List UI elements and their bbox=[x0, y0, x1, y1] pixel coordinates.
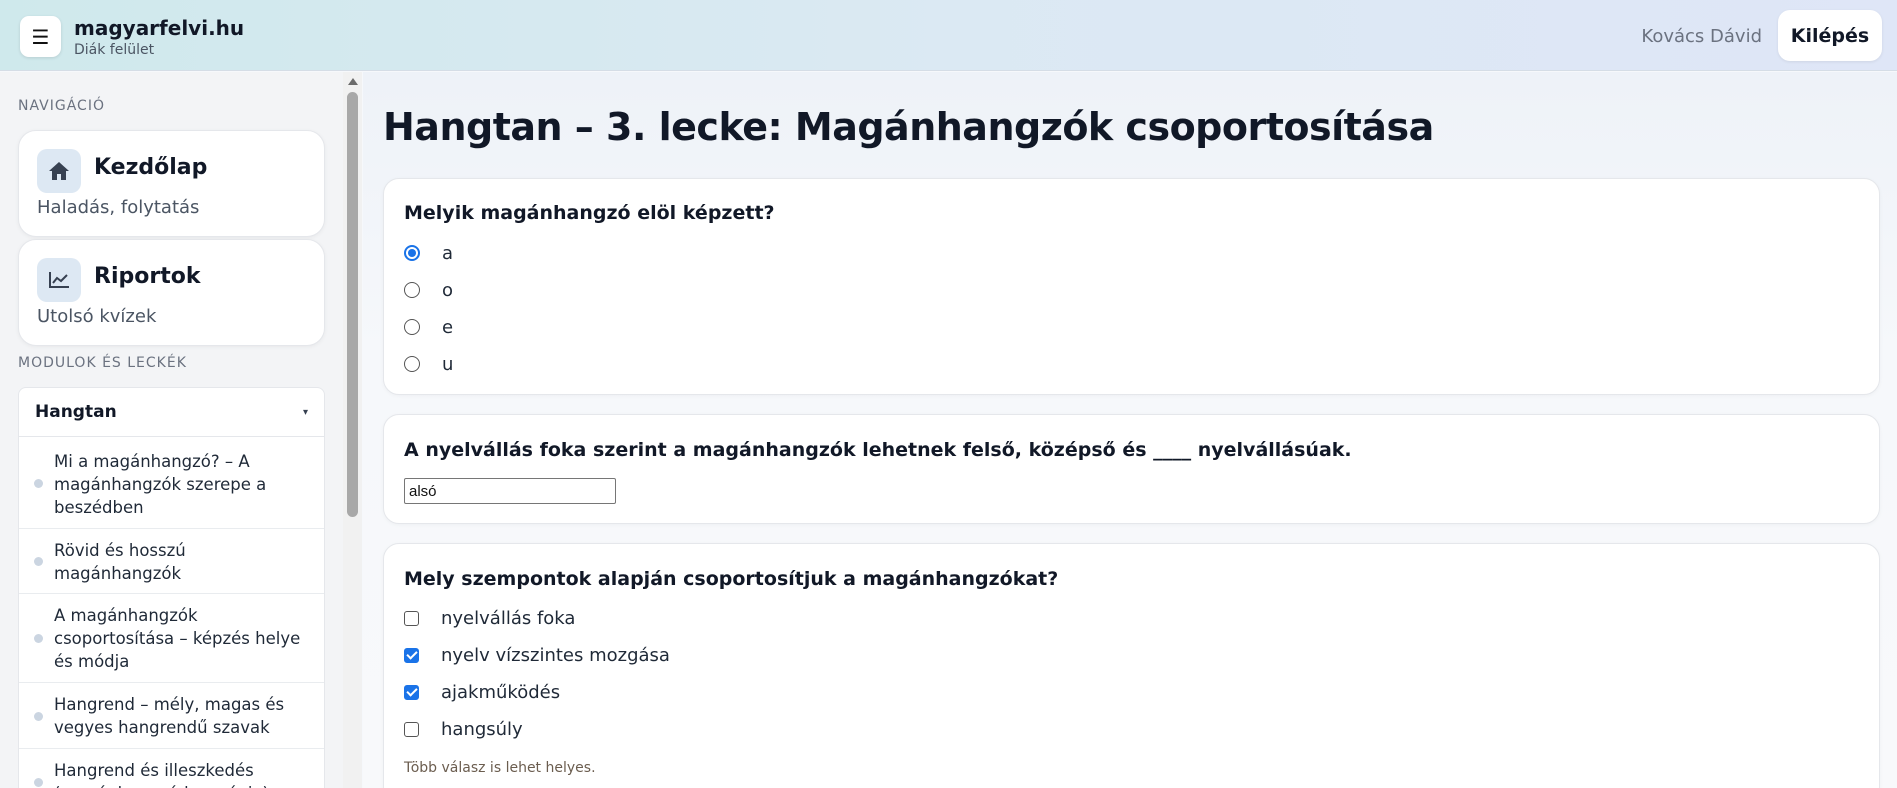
lesson-label: Hangrend és illeszkedés (magánhangzó-har… bbox=[54, 761, 269, 788]
top-bar: ☰ magyarfelvi.hu Diák felület Kovács Dáv… bbox=[0, 0, 1897, 71]
question-card-1: Melyik magánhangzó elöl képzett? a o e u bbox=[383, 178, 1880, 395]
nav-card-reports[interactable]: Riportok Utolsó kvízek bbox=[18, 239, 325, 346]
lesson-item[interactable]: A magánhangzók csoportosítása – képzés h… bbox=[19, 594, 324, 683]
checkbox[interactable] bbox=[404, 647, 419, 663]
checkbox-option[interactable]: nyelv vízszintes mozgása bbox=[404, 643, 670, 667]
checkbox-option[interactable]: nyelvállás foka bbox=[404, 606, 575, 630]
chart-icon bbox=[37, 258, 81, 302]
option-label: nyelv vízszintes mozgása bbox=[441, 644, 670, 666]
nav-card-subtitle: Haladás, folytatás bbox=[37, 197, 200, 218]
checkbox[interactable] bbox=[404, 721, 419, 737]
radio-option[interactable]: o bbox=[404, 278, 453, 302]
checkbox[interactable] bbox=[404, 610, 419, 626]
option-label: a bbox=[442, 242, 454, 264]
question-card-2: A nyelvállás foka szerint a magánhangzók… bbox=[383, 414, 1880, 524]
bullet-dot-icon bbox=[34, 777, 43, 787]
option-label: ajakműködés bbox=[441, 681, 561, 703]
nav-card-title: Kezdőlap bbox=[94, 155, 208, 180]
option-label: u bbox=[442, 353, 454, 375]
module-title: Hangtan bbox=[35, 402, 117, 422]
user-name: Kovács Dávid bbox=[1641, 26, 1762, 47]
nav-card-title: Riportok bbox=[94, 264, 201, 289]
brand-subtitle: Diák felület bbox=[74, 42, 155, 58]
scroll-up-arrow-icon[interactable] bbox=[348, 78, 358, 85]
answer-input[interactable] bbox=[404, 478, 616, 504]
hint-text: Több válasz is lehet helyes. bbox=[404, 760, 596, 776]
sidebar-scrollbar[interactable] bbox=[343, 72, 362, 788]
sidebar: NAVIGÁCIÓ Kezdőlap Haladás, folytatás Ri… bbox=[0, 72, 362, 788]
nav-card-home[interactable]: Kezdőlap Haladás, folytatás bbox=[18, 130, 325, 237]
radio-button[interactable] bbox=[404, 319, 420, 335]
checkbox[interactable] bbox=[404, 684, 419, 700]
option-label: nyelvállás foka bbox=[441, 607, 576, 629]
radio-button[interactable] bbox=[404, 282, 420, 298]
radio-button[interactable] bbox=[404, 356, 420, 372]
lesson-label: Rövid és hosszú magánhangzók bbox=[54, 541, 186, 583]
nav-card-subtitle: Utolsó kvízek bbox=[37, 306, 157, 327]
checkbox-option[interactable]: hangsúly bbox=[404, 717, 523, 741]
menu-button[interactable]: ☰ bbox=[20, 16, 61, 57]
lesson-label: Hangrend – mély, magas és vegyes hangren… bbox=[54, 695, 285, 737]
home-icon bbox=[37, 149, 81, 193]
option-label: e bbox=[442, 316, 454, 338]
module-panel: Hangtan ▾ Mi a magánhangzó? – A magánhan… bbox=[18, 387, 325, 788]
hamburger-menu-icon: ☰ bbox=[31, 24, 50, 49]
brand-name[interactable]: magyarfelvi.hu bbox=[74, 16, 244, 40]
lesson-item[interactable]: Hangrend és illeszkedés (magánhangzó-har… bbox=[19, 749, 324, 788]
lesson-item[interactable]: Mi a magánhangzó? – A magánhangzók szere… bbox=[19, 437, 324, 529]
module-header-hangtan[interactable]: Hangtan ▾ bbox=[19, 388, 324, 437]
question-card-3: Mely szempontok alapján csoportosítjuk a… bbox=[383, 543, 1880, 788]
option-label: o bbox=[442, 279, 454, 301]
lesson-item[interactable]: Hangrend – mély, magas és vegyes hangren… bbox=[19, 683, 324, 749]
option-label: hangsúly bbox=[441, 718, 523, 740]
caret-down-icon: ▾ bbox=[302, 406, 308, 418]
nav-section-label: NAVIGÁCIÓ bbox=[18, 98, 105, 114]
radio-option[interactable]: e bbox=[404, 315, 453, 339]
radio-option[interactable]: a bbox=[404, 241, 453, 265]
lesson-label: Mi a magánhangzó? – A magánhangzók szere… bbox=[54, 452, 267, 517]
modules-section-label: MODULOK ÉS LECKÉK bbox=[18, 355, 187, 371]
checkbox-option[interactable]: ajakműködés bbox=[404, 680, 560, 704]
bullet-dot-icon bbox=[34, 557, 43, 566]
radio-button[interactable] bbox=[404, 245, 420, 261]
lesson-item[interactable]: Rövid és hosszú magánhangzók bbox=[19, 529, 324, 594]
lesson-label: A magánhangzók csoportosítása – képzés h… bbox=[54, 606, 301, 671]
bullet-dot-icon bbox=[34, 634, 43, 643]
bullet-dot-icon bbox=[34, 478, 43, 488]
page-title: Hangtan – 3. lecke: Magánhangzók csoport… bbox=[383, 105, 1434, 149]
question-text: A nyelvállás foka szerint a magánhangzók… bbox=[404, 439, 1352, 461]
bullet-dot-icon bbox=[34, 711, 43, 721]
scroll-thumb[interactable] bbox=[347, 92, 358, 517]
radio-option[interactable]: u bbox=[404, 352, 453, 376]
question-text: Melyik magánhangzó elöl képzett? bbox=[404, 202, 775, 224]
logout-button[interactable]: Kilépés bbox=[1778, 10, 1882, 61]
question-text: Mely szempontok alapján csoportosítjuk a… bbox=[404, 568, 1059, 590]
